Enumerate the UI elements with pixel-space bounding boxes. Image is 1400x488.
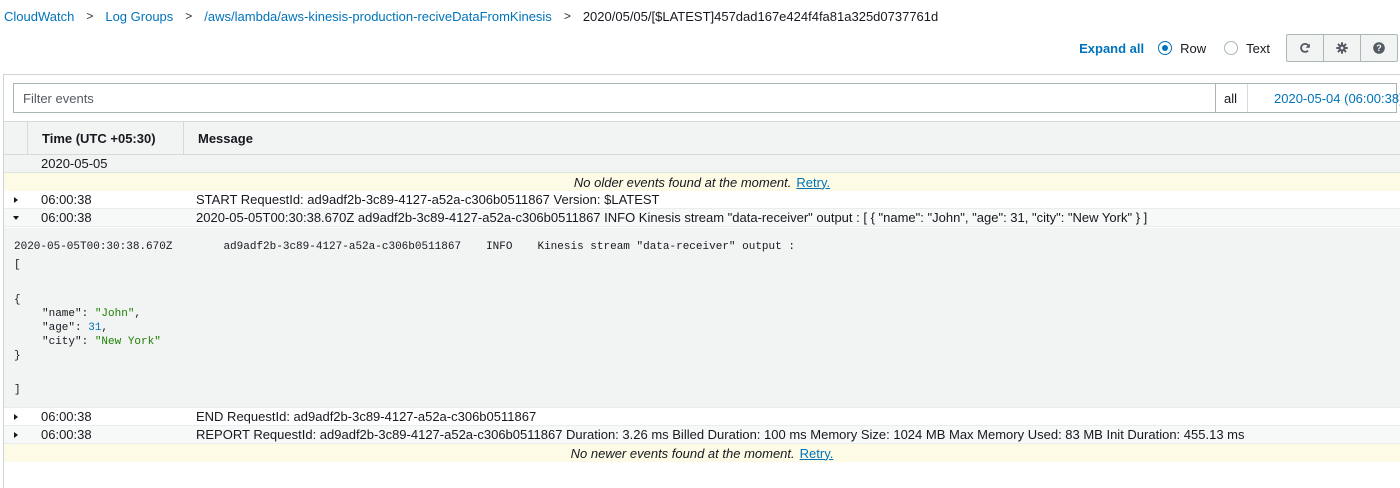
breadcrumb: CloudWatch > Log Groups > /aws/lambda/aw… xyxy=(4,6,938,26)
chevron-right-icon[interactable] xyxy=(14,196,18,203)
column-header-time[interactable]: Time (UTC +05:30) xyxy=(28,122,184,154)
toolbar: Expand all Row Text ? xyxy=(1079,34,1398,62)
json-value-city: "New York" xyxy=(94,336,161,348)
event-message: END RequestId: ad9adf2b-3c89-4127-a52a-c… xyxy=(196,409,537,424)
range-date-value: 2020-05-04 (06:00:38) xyxy=(1274,90,1400,106)
breadcrumb-log-groups[interactable]: Log Groups xyxy=(105,9,173,24)
json-line-age: "age": 31, xyxy=(42,322,109,334)
date-group-row: 2020-05-05 xyxy=(4,155,1400,173)
column-header-message[interactable]: Message xyxy=(184,122,253,154)
event-message: 2020-05-05T00:30:38.670Z ad9adf2b-3c89-4… xyxy=(196,210,1148,225)
event-time: 06:00:38 xyxy=(41,210,92,225)
gear-icon xyxy=(1336,42,1348,54)
header-expand-column xyxy=(4,122,28,154)
chevron-right-icon[interactable] xyxy=(14,431,18,438)
json-value-age: 31 xyxy=(88,322,102,334)
event-time: 06:00:38 xyxy=(41,192,92,207)
detail-header-line: 2020-05-05T00:30:38.670Z ad9adf2b-3c89-41… xyxy=(14,241,795,253)
log-events-panel: all 2020-05-04 (06:00:38) Time (UTC +05:… xyxy=(3,74,1400,488)
event-message: START RequestId: ad9adf2b-3c89-4127-a52a… xyxy=(196,192,660,207)
json-close-bracket: ] xyxy=(14,384,21,396)
time-range-selector[interactable]: all 2020-05-04 (06:00:38) xyxy=(1215,83,1400,113)
log-event-row[interactable]: 06:00:38 REPORT RequestId: ad9adf2b-3c89… xyxy=(4,426,1400,444)
chevron-right-icon: > xyxy=(563,9,571,23)
breadcrumb-cloudwatch[interactable]: CloudWatch xyxy=(4,9,74,24)
breadcrumb-log-group[interactable]: /aws/lambda/aws-kinesis-production-reciv… xyxy=(204,9,552,24)
retry-older-link[interactable]: Retry. xyxy=(796,175,830,190)
expand-all-link[interactable]: Expand all xyxy=(1079,41,1144,56)
help-button[interactable]: ? xyxy=(1360,34,1398,62)
detail-text: Kinesis stream "data-receiver" output : xyxy=(537,241,795,253)
newer-events-text: No newer events found at the moment. xyxy=(570,445,795,461)
log-event-row[interactable]: 06:00:38 END RequestId: ad9adf2b-3c89-41… xyxy=(4,408,1400,426)
json-open-bracket: [ xyxy=(14,259,21,271)
action-button-group: ? xyxy=(1286,34,1398,62)
json-value-name: "John" xyxy=(94,308,135,320)
chevron-right-icon: > xyxy=(185,9,193,23)
event-time: 06:00:38 xyxy=(41,427,92,442)
help-icon: ? xyxy=(1373,42,1385,54)
filter-events-input[interactable] xyxy=(13,83,1215,113)
chevron-down-icon[interactable] xyxy=(13,215,19,220)
log-event-row-expanded[interactable]: 06:00:38 2020-05-05T00:30:38.670Z ad9adf… xyxy=(4,209,1400,227)
refresh-icon xyxy=(1300,43,1310,53)
older-events-notice: No older events found at the moment. Ret… xyxy=(4,173,1400,191)
refresh-button[interactable] xyxy=(1286,34,1324,62)
event-message: REPORT RequestId: ad9adf2b-3c89-4127-a52… xyxy=(196,427,1245,442)
detail-timestamp: 2020-05-05T00:30:38.670Z xyxy=(14,241,173,253)
text-view-radio[interactable] xyxy=(1224,41,1239,55)
json-open-brace: { xyxy=(14,294,21,306)
table-header: Time (UTC +05:30) Message xyxy=(4,121,1400,155)
chevron-right-icon: > xyxy=(86,9,94,23)
detail-request-id: ad9adf2b-3c89-4127-a52a-c306b0511867 xyxy=(223,241,462,253)
range-all-label[interactable]: all xyxy=(1216,84,1249,112)
event-detail-panel: 2020-05-05T00:30:38.670Z ad9adf2b-3c89-41… xyxy=(4,228,1400,408)
row-view-label[interactable]: Row xyxy=(1180,41,1206,56)
retry-newer-link[interactable]: Retry. xyxy=(800,446,834,461)
text-view-label[interactable]: Text xyxy=(1246,41,1270,56)
range-date-dropdown[interactable]: 2020-05-04 (06:00:38) xyxy=(1248,91,1400,106)
settings-button[interactable] xyxy=(1323,34,1361,62)
json-line-name: "name": "John", xyxy=(42,308,142,320)
event-time: 06:00:38 xyxy=(41,409,92,424)
newer-events-notice: No newer events found at the moment. Ret… xyxy=(4,444,1400,462)
breadcrumb-log-stream: 2020/05/05/[$LATEST]457dad167e424f4fa81a… xyxy=(582,8,939,24)
date-group-label: 2020-05-05 xyxy=(41,156,108,171)
filter-bar: all 2020-05-04 (06:00:38) xyxy=(13,83,1400,113)
older-events-text: No older events found at the moment. xyxy=(573,174,792,190)
json-line-city: "city": "New York" xyxy=(42,336,161,348)
log-event-row[interactable]: 06:00:38 START RequestId: ad9adf2b-3c89-… xyxy=(4,191,1400,209)
detail-level: INFO xyxy=(486,241,513,253)
chevron-right-icon[interactable] xyxy=(14,413,18,420)
row-view-radio[interactable] xyxy=(1158,41,1173,55)
svg-text:?: ? xyxy=(1376,43,1382,53)
json-close-brace: } xyxy=(14,350,21,362)
